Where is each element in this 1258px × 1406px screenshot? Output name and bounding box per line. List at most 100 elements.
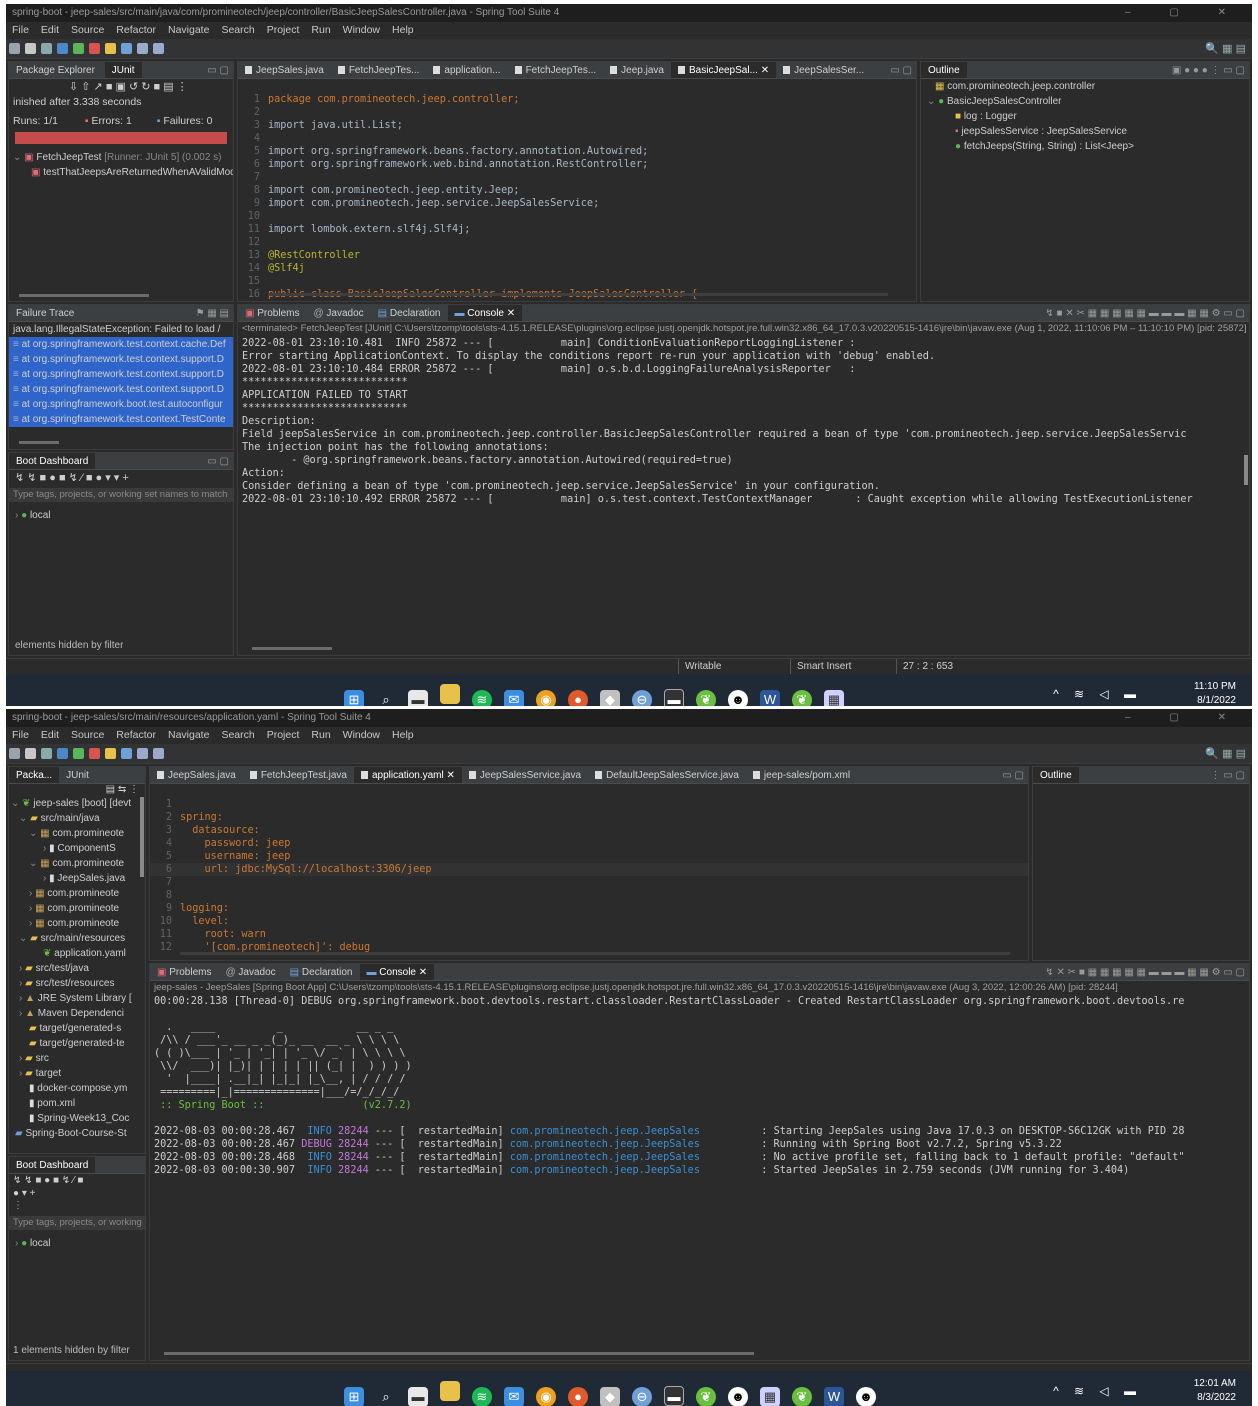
tree-item[interactable]: ▮ pom.xml: [9, 1096, 145, 1111]
tree-item[interactable]: ▰ target/generated-s: [9, 1021, 145, 1036]
menu-source[interactable]: Source: [71, 729, 104, 741]
tree-item[interactable]: › ▮ JeepSales.java: [9, 871, 145, 886]
system-tray-icons[interactable]: ^ ≋ ◁ ▬: [1053, 687, 1142, 701]
menu-help[interactable]: Help: [392, 729, 414, 741]
tree-item[interactable]: › ▦ com.promineote: [9, 901, 145, 916]
yaml-editor[interactable]: 1 2 spring: 3 datasource: 4 password: jeep 5 …: [150, 784, 1028, 960]
chrome-icon[interactable]: ◉: [536, 690, 556, 706]
save-icon[interactable]: [25, 748, 36, 759]
tab-package-explorer[interactable]: Packa...: [9, 767, 60, 783]
menu-search[interactable]: Search: [221, 729, 254, 741]
failure-trace-controls[interactable]: ⚑ ▦ ▤: [196, 305, 229, 321]
panel-controls[interactable]: ▭ ▢: [207, 453, 229, 469]
mail-icon[interactable]: ✉: [504, 1387, 524, 1406]
tab-javadoc[interactable]: @ Javadoc: [306, 305, 370, 321]
close-icon[interactable]: ✕: [419, 967, 427, 978]
menu-help[interactable]: Help: [392, 24, 414, 36]
tab-boot-dashboard[interactable]: Boot Dashboard: [9, 453, 96, 469]
trace-line[interactable]: ≡ at org.springframework.boot.test.autoc…: [9, 397, 233, 412]
tab-declaration[interactable]: ▤ Declaration: [371, 305, 448, 321]
run-icon[interactable]: [73, 748, 84, 759]
editor-tab[interactable]: jeep-sales/pom.xml: [746, 767, 857, 783]
mail-icon[interactable]: ✉: [504, 690, 524, 706]
editor-tab[interactable]: FetchJeepTes...: [508, 62, 604, 78]
tree-project[interactable]: ⌄ ❦ jeep-sales [boot] [devt: [9, 796, 145, 811]
explorer-toolbar[interactable]: ▤ ⇆ ⋮: [9, 784, 145, 796]
outline-package[interactable]: ▦ com.promineotech.jeep.controller: [921, 79, 1249, 94]
search-icon[interactable]: [121, 43, 132, 54]
tree-item[interactable]: ⌄ ▰ src/main/resources: [9, 931, 145, 946]
horizontal-scrollbar[interactable]: [268, 293, 888, 296]
editor-tab-active[interactable]: application.yaml ✕: [354, 767, 462, 783]
search-icon[interactable]: ⌕: [376, 1387, 396, 1406]
task-view-icon[interactable]: ▬: [408, 1387, 428, 1406]
tree-item[interactable]: ⌄ ▦ com.promineote: [9, 826, 145, 841]
editor-tab[interactable]: JeepSales.java: [150, 767, 243, 783]
github-icon[interactable]: ☻: [856, 1387, 876, 1406]
tree-item[interactable]: › ▲ JRE System Library [: [9, 991, 145, 1006]
menu-edit[interactable]: Edit: [41, 24, 59, 36]
spring-tool-suite-icon[interactable]: ❦: [696, 1387, 716, 1406]
nav-forward-icon[interactable]: [153, 43, 164, 54]
tree-item[interactable]: ▮ docker-compose.ym: [9, 1081, 145, 1096]
horizontal-scrollbar[interactable]: [164, 1352, 754, 1355]
file-explorer-icon[interactable]: [440, 684, 460, 704]
menu-run[interactable]: Run: [311, 729, 330, 741]
editor-controls[interactable]: ▭ ▢: [890, 62, 912, 78]
search-icon[interactable]: ⌕: [376, 690, 396, 706]
print-icon[interactable]: [41, 748, 52, 759]
tab-package-explorer[interactable]: Package Explorer: [9, 62, 102, 78]
tree-item[interactable]: › ▲ Maven Dependenci: [9, 1006, 145, 1021]
boot-dashboard-toolbar[interactable]: ↯ ↯ ■ ● ■ ↯ ⁄ ■ ● ▾ +: [9, 1174, 145, 1200]
tab-console[interactable]: ▬ Console ✕: [447, 305, 523, 321]
system-clock[interactable]: 12:01 AM 8/3/2022: [1194, 1377, 1236, 1405]
menu-file[interactable]: File: [12, 729, 29, 741]
editor-tab[interactable]: Jeep.java: [603, 62, 671, 78]
boot-item-local[interactable]: › ● local: [9, 508, 233, 523]
nav-back-icon[interactable]: [137, 748, 148, 759]
editor-tab[interactable]: DefaultJeepSalesService.java: [588, 767, 746, 783]
firefox-icon[interactable]: ●: [568, 1387, 588, 1406]
menu-refactor[interactable]: Refactor: [116, 24, 156, 36]
nav-forward-icon[interactable]: [153, 748, 164, 759]
perspective-icons[interactable]: 🔍 ▦ ▤: [1205, 42, 1246, 55]
spring-tool-suite-icon[interactable]: ❦: [792, 690, 812, 706]
debug-icon[interactable]: [57, 43, 68, 54]
menu-run[interactable]: Run: [311, 24, 330, 36]
word-icon[interactable]: W: [824, 1387, 844, 1406]
menu-refactor[interactable]: Refactor: [116, 729, 156, 741]
tree-item[interactable]: › ▮ ComponentS: [9, 841, 145, 856]
tree-item[interactable]: ❦ application.yaml: [9, 946, 145, 961]
junit-toolbar[interactable]: ⇩ ⇧ ↗ ■ ▣ ↺ ↻ ■ ▤ ⋮: [9, 79, 233, 95]
close-icon[interactable]: ✕: [447, 770, 455, 781]
spring-tool-suite-icon[interactable]: ❦: [792, 1387, 812, 1406]
tree-item[interactable]: › ▰ src: [9, 1051, 145, 1066]
task-view-icon[interactable]: ▬: [408, 690, 428, 706]
terminal-icon[interactable]: ▬: [664, 689, 684, 706]
console-output[interactable]: 2022-08-01 23:10:10.481 INFO 25872 --- […: [238, 336, 1249, 506]
menu-navigate[interactable]: Navigate: [168, 729, 209, 741]
menu-project[interactable]: Project: [267, 729, 300, 741]
tree-item[interactable]: ⌄ ▰ src/main/java: [9, 811, 145, 826]
editor-tab[interactable]: FetchJeepTest.java: [243, 767, 354, 783]
app-icon[interactable]: ▦: [824, 690, 844, 706]
print-icon[interactable]: [41, 43, 52, 54]
tab-outline[interactable]: Outline: [1033, 767, 1079, 783]
tree-item[interactable]: ▮ Spring-Week13_Coc: [9, 1111, 145, 1126]
tab-console[interactable]: ▬ Console ✕: [359, 964, 435, 980]
trace-line[interactable]: ≡ at org.springframework.test.context.Te…: [9, 412, 233, 427]
terminal-icon[interactable]: ▬: [664, 1386, 684, 1406]
editor-tab-active[interactable]: BasicJeepSal... ✕: [670, 62, 777, 78]
vertical-scrollbar[interactable]: [1244, 455, 1248, 485]
vertical-scrollbar[interactable]: [140, 797, 144, 877]
windows-start-icon[interactable]: ⊞: [344, 690, 364, 706]
horizontal-scrollbar[interactable]: [180, 952, 1010, 955]
trace-line[interactable]: ≡ at org.springframework.test.context.su…: [9, 367, 233, 382]
spring-tool-suite-icon[interactable]: ❦: [696, 690, 716, 706]
new-icon[interactable]: [9, 43, 20, 54]
menu-navigate[interactable]: Navigate: [168, 24, 209, 36]
app-icon[interactable]: ▦: [760, 1387, 780, 1406]
trace-line[interactable]: ≡ at org.springframework.test.context.ca…: [9, 337, 233, 352]
spotify-icon[interactable]: ≋: [472, 1387, 492, 1406]
tree-item[interactable]: ▰ target/generated-te: [9, 1036, 145, 1051]
